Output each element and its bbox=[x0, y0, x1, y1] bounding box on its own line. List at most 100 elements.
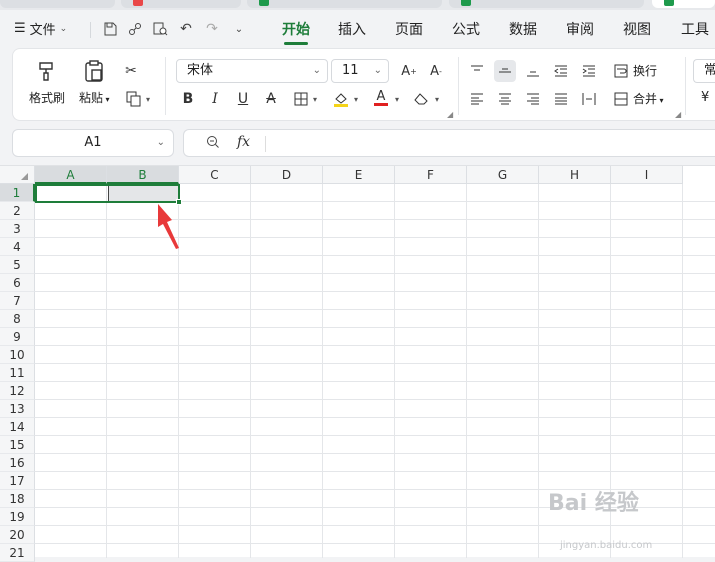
row-header-4[interactable]: 4 bbox=[0, 238, 35, 256]
row-header-17[interactable]: 17 bbox=[0, 472, 35, 490]
tab-insert[interactable]: 插入 bbox=[338, 19, 366, 39]
tab-data[interactable]: 数据 bbox=[509, 19, 537, 39]
align-right-icon[interactable] bbox=[522, 88, 544, 110]
row-header-2[interactable]: 2 bbox=[0, 202, 35, 220]
column-header-i[interactable]: I bbox=[611, 166, 683, 184]
doc-tab[interactable] bbox=[0, 0, 115, 8]
row-header-1[interactable]: 1 bbox=[0, 184, 35, 202]
row-header-16[interactable]: 16 bbox=[0, 454, 35, 472]
underline-icon[interactable]: U bbox=[232, 88, 254, 110]
copy-icon[interactable] bbox=[123, 88, 145, 110]
clear-format-icon[interactable] bbox=[411, 88, 433, 110]
font-dialog-launcher-icon[interactable]: ◢ bbox=[447, 110, 453, 119]
row-header-18[interactable]: 18 bbox=[0, 490, 35, 508]
font-size-select[interactable]: 11 ⌄ bbox=[331, 59, 389, 83]
print-preview-icon[interactable] bbox=[151, 20, 169, 38]
wrap-text-icon[interactable] bbox=[610, 60, 632, 82]
row-header-19[interactable]: 19 bbox=[0, 508, 35, 526]
distributed-align-icon[interactable] bbox=[578, 88, 600, 110]
number-format-select[interactable]: 常 bbox=[693, 59, 715, 83]
copy-options-caret[interactable]: ▾ bbox=[146, 95, 150, 104]
merge-cells-icon[interactable] bbox=[610, 88, 632, 110]
fill-color-icon[interactable] bbox=[330, 88, 352, 110]
align-bottom-icon[interactable] bbox=[522, 60, 544, 82]
doc-tab[interactable] bbox=[449, 0, 644, 8]
name-box[interactable]: A1 ⌄ bbox=[12, 129, 174, 157]
row-header-5[interactable]: 5 bbox=[0, 256, 35, 274]
zoom-icon[interactable] bbox=[206, 135, 220, 153]
borders-icon[interactable] bbox=[290, 88, 312, 110]
redo-icon[interactable]: ↷ bbox=[203, 20, 221, 38]
justify-icon[interactable] bbox=[550, 88, 572, 110]
row-header-20[interactable]: 20 bbox=[0, 526, 35, 544]
italic-icon[interactable]: I bbox=[204, 88, 226, 110]
undo-icon[interactable]: ↶ bbox=[177, 20, 195, 38]
row-header-11[interactable]: 11 bbox=[0, 364, 35, 382]
column-header-e[interactable]: E bbox=[323, 166, 395, 184]
column-header-c[interactable]: C bbox=[179, 166, 251, 184]
column-header-g[interactable]: G bbox=[467, 166, 539, 184]
font-color-caret[interactable]: ▾ bbox=[395, 95, 399, 104]
currency-icon[interactable]: ¥ bbox=[701, 90, 709, 105]
doc-tab[interactable] bbox=[121, 0, 241, 8]
quick-access-more-icon[interactable]: ⌄ bbox=[230, 20, 248, 38]
clear-format-caret[interactable]: ▾ bbox=[435, 95, 439, 104]
align-top-icon[interactable] bbox=[466, 60, 488, 82]
tab-tools[interactable]: 工具 bbox=[681, 19, 709, 39]
merge-label[interactable]: 合并 ▾ bbox=[633, 90, 664, 107]
save-icon[interactable] bbox=[101, 20, 119, 38]
share-icon[interactable] bbox=[126, 20, 144, 38]
font-color-icon[interactable]: A bbox=[370, 87, 392, 109]
column-header-a[interactable]: A bbox=[35, 166, 107, 184]
align-center-icon[interactable] bbox=[494, 88, 516, 110]
cut-icon[interactable]: ✂ bbox=[120, 60, 142, 82]
font-name-select[interactable]: 宋体 ⌄ bbox=[176, 59, 328, 83]
row-header-12[interactable]: 12 bbox=[0, 382, 35, 400]
selected-cell-b1[interactable] bbox=[109, 186, 178, 201]
row-header-10[interactable]: 10 bbox=[0, 346, 35, 364]
column-header-f[interactable]: F bbox=[395, 166, 467, 184]
increase-font-icon[interactable]: A + bbox=[398, 60, 420, 82]
row-header-15[interactable]: 15 bbox=[0, 436, 35, 454]
select-all-corner[interactable] bbox=[0, 166, 35, 184]
column-header-b[interactable]: B bbox=[107, 166, 179, 184]
align-left-icon[interactable] bbox=[466, 88, 488, 110]
format-painter-button[interactable]: 格式刷 bbox=[29, 59, 65, 106]
row-header-14[interactable]: 14 bbox=[0, 418, 35, 436]
doc-tab[interactable] bbox=[247, 0, 442, 8]
tab-page[interactable]: 页面 bbox=[395, 19, 423, 39]
file-menu-button[interactable]: ☰ 文件 ⌄ bbox=[14, 19, 67, 38]
bold-icon[interactable]: B bbox=[177, 88, 199, 110]
align-middle-icon[interactable] bbox=[494, 60, 516, 82]
column-header-d[interactable]: D bbox=[251, 166, 323, 184]
tab-formula[interactable]: 公式 bbox=[452, 19, 480, 39]
alignment-dialog-launcher-icon[interactable]: ◢ bbox=[675, 110, 681, 119]
number-format-value: 常 bbox=[704, 63, 715, 78]
file-menu-label: 文件 bbox=[29, 23, 56, 38]
row-header-6[interactable]: 6 bbox=[0, 274, 35, 292]
divider bbox=[165, 57, 166, 115]
doc-tab-active[interactable] bbox=[652, 0, 715, 8]
function-icon[interactable]: fx bbox=[237, 134, 250, 150]
wrap-text-label[interactable]: 换行 bbox=[633, 62, 657, 79]
column-header-h[interactable]: H bbox=[539, 166, 611, 184]
paste-label: 粘贴 ▾ bbox=[79, 91, 110, 105]
tab-home[interactable]: 开始 bbox=[282, 19, 310, 45]
tab-view[interactable]: 视图 bbox=[623, 19, 651, 39]
decrease-font-icon[interactable]: A- bbox=[425, 60, 447, 82]
row-header-3[interactable]: 3 bbox=[0, 220, 35, 238]
row-header-7[interactable]: 7 bbox=[0, 292, 35, 310]
fill-color-caret[interactable]: ▾ bbox=[354, 95, 358, 104]
formula-bar[interactable]: fx bbox=[183, 129, 715, 157]
strikethrough-icon[interactable]: A bbox=[260, 88, 282, 110]
decrease-indent-icon[interactable] bbox=[550, 60, 572, 82]
row-header-13[interactable]: 13 bbox=[0, 400, 35, 418]
merge-label-text: 合并 bbox=[633, 92, 658, 106]
row-header-9[interactable]: 9 bbox=[0, 328, 35, 346]
row-header-8[interactable]: 8 bbox=[0, 310, 35, 328]
borders-caret[interactable]: ▾ bbox=[313, 95, 317, 104]
tab-review[interactable]: 审阅 bbox=[566, 19, 594, 39]
row-header-21[interactable]: 21 bbox=[0, 544, 35, 562]
increase-indent-icon[interactable] bbox=[578, 60, 600, 82]
paste-button[interactable]: 粘贴 ▾ bbox=[79, 59, 110, 106]
